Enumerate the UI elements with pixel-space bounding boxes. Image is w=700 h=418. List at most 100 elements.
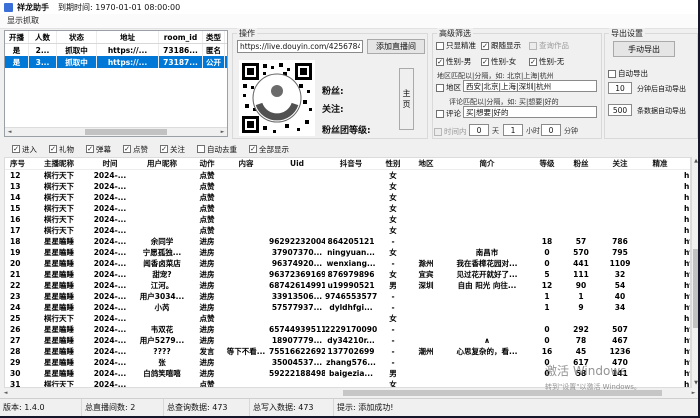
checkbox-danmaku[interactable]: ✓弹幕	[86, 144, 111, 155]
capture-table-row[interactable]: 19星星瞌睡2024-...宁愿孤独...进房37907370...ningyu…	[5, 247, 690, 258]
checkbox-only-precise[interactable]: 只显精准	[436, 40, 476, 51]
capture-table-row[interactable]: 28星星瞌睡2024-...????发言等下不看...7551662269213…	[5, 346, 690, 357]
checkbox-comment[interactable]: 评论	[436, 108, 461, 119]
capture-table-row[interactable]: 30星星瞌睡2024-...白鸽笑嘻嘻进房59222188498baigezia…	[5, 368, 690, 379]
rooms-table-header: 开播人数状态地址room_id类型	[5, 31, 227, 44]
capture-table-cell: 进房	[191, 335, 223, 346]
capture-table-cell: 进房	[191, 258, 223, 269]
comment-filter-input[interactable]	[463, 106, 597, 118]
checkbox-label: 自动去重	[207, 144, 237, 155]
checkbox-within-time[interactable]: 时间内	[434, 126, 467, 137]
capture-table-cell: 女	[377, 181, 409, 192]
capture-table-row[interactable]: 29星星瞌睡2024-...张进房35004537...zhang576...-…	[5, 357, 690, 368]
checkbox-region[interactable]: 地区	[436, 82, 461, 93]
capture-table-cell: 2229170090	[325, 325, 377, 334]
checkbox-show-all[interactable]: ✓全部显示	[249, 144, 289, 155]
checkbox-enter[interactable]: ✓进入	[12, 144, 37, 155]
capture-table-cell: 白鸽笑嘻嘻	[133, 368, 191, 379]
checkbox-follow[interactable]: ✓关注	[160, 144, 185, 155]
tab-display-capture[interactable]: 显示抓取	[5, 13, 45, 28]
time-hours-input[interactable]	[503, 124, 523, 136]
auto-export-count-input[interactable]	[608, 104, 632, 116]
region-filter-input[interactable]	[463, 80, 597, 92]
capture-column-header: Uid	[269, 159, 325, 168]
capture-table-cell: 137702699	[325, 347, 377, 356]
capture-table-cell: 星星瞌睡	[31, 357, 87, 368]
main-hscrollbar[interactable]: ◄ ►	[1, 389, 698, 397]
capture-table-row[interactable]: 12棋行天下2024-...点赞女h	[5, 170, 690, 181]
checkbox-gift[interactable]: ✓礼物	[49, 144, 74, 155]
advanced-filter-group: 高级筛选 只显精准✓跟随显示查询作品 ✓性别-男✓性别-女✓性别-无 地区匹配以…	[432, 33, 602, 139]
capture-table-cell: wenxiang...	[325, 259, 377, 268]
capture-table-row[interactable]: 16棋行天下2024-...点赞女h	[5, 214, 690, 225]
capture-table-row[interactable]: 17棋行天下2024-...点赞女h	[5, 225, 690, 236]
checkbox-dedupe[interactable]: 自动去重	[197, 144, 237, 155]
title-bar[interactable]: 祥龙助手 到期时间: 1970-01-01 08:00:00	[0, 0, 700, 14]
capture-table-cell: 2024-...	[87, 281, 133, 290]
capture-table-cell: ∧	[443, 336, 531, 345]
capture-table-row[interactable]: 31棋行天下2024-...点赞女h	[5, 379, 690, 388]
capture-table-cell: 心思复杂的，看...	[443, 346, 531, 357]
capture-table-cell: 2024-...	[87, 347, 133, 356]
capture-table-row[interactable]: 24星星瞌睡2024-...小芮进房57577937...dyldhfgi...…	[5, 302, 690, 313]
capture-table-cell: dy34210r...	[325, 336, 377, 345]
capture-table-row[interactable]: 13棋行天下2024-...点赞女h	[5, 181, 690, 192]
capture-table-row[interactable]: 15棋行天下2024-...点赞女h	[5, 203, 690, 214]
checkbox-label: 评论	[446, 108, 461, 119]
scroll-left-icon[interactable]: ◄	[1, 389, 10, 397]
scroll-right-icon[interactable]: ►	[689, 389, 698, 397]
capture-table-row[interactable]: 21星星瞌睡2024-...甜宠?进房96372369169876979896女…	[5, 269, 690, 280]
rooms-table-row[interactable]: 是2...抓取中https://...73186...匿名	[5, 44, 227, 56]
checkbox-auto-export[interactable]: 自动导出	[608, 68, 648, 79]
capture-table-cell: 2024-...	[87, 193, 133, 202]
capture-table-cell: 进房	[191, 269, 223, 280]
capture-table-row[interactable]: 25棋行天下2024-...点赞女h	[5, 313, 690, 324]
capture-table-row[interactable]: 27星星瞌睡2024-...用户5279...进房18907779...dy34…	[5, 335, 690, 346]
scroll-left-icon[interactable]: ◄	[5, 128, 14, 136]
auto-export-minutes-label: 分钟后自动导出	[637, 84, 686, 94]
time-minutes-input[interactable]	[541, 124, 561, 136]
capture-table-cell: 女	[377, 269, 409, 280]
capture-table-row[interactable]: 22星星瞌睡2024-...江河。进房68742614991u19990521男…	[5, 280, 690, 291]
add-room-button[interactable]: 添加直播间	[367, 39, 425, 54]
capture-table-cell: 女	[377, 192, 409, 203]
capture-table-cell: 进房	[191, 357, 223, 368]
capture-table-cell: ht	[679, 270, 690, 279]
capture-table-row[interactable]: 18星星瞌睡2024-...余同学进房96292232004864205121-…	[5, 236, 690, 247]
rooms-table: 开播人数状态地址room_id类型 是2...抓取中https://...731…	[4, 30, 228, 137]
checkbox-follow-display[interactable]: ✓跟随显示	[481, 40, 521, 51]
capture-table-cell: 2024-...	[87, 237, 133, 246]
scroll-right-icon[interactable]: ►	[218, 128, 227, 136]
room-url-input[interactable]	[237, 40, 363, 53]
scrollbar-thumb[interactable]	[85, 129, 167, 135]
rooms-table-row[interactable]: 是3...抓取中https://...73187...公开	[5, 56, 227, 68]
rooms-hscrollbar[interactable]: ◄ ►	[5, 127, 227, 136]
auto-export-minutes-input[interactable]	[608, 82, 632, 94]
checkbox-like[interactable]: ✓点赞	[123, 144, 148, 155]
checkbox-box	[436, 110, 444, 118]
capture-table-cell: 0	[531, 248, 563, 257]
capture-table-cell: 0	[531, 336, 563, 345]
capture-table-row[interactable]: 14棋行天下2024-...点赞女h	[5, 192, 690, 203]
checkbox-gender-none[interactable]: ✓性别-无	[529, 56, 564, 67]
rooms-column-header: room_id	[159, 31, 203, 43]
capture-table-row[interactable]: 20星星瞌睡2024-...闻香卤菜店进房96374920...wenxiang…	[5, 258, 690, 269]
homepage-button[interactable]: 主页	[399, 68, 414, 130]
capture-table-row[interactable]: 26星星瞌睡2024-...韦双花进房657449395112229170090…	[5, 324, 690, 335]
manual-export-button[interactable]: 手动导出	[613, 41, 675, 57]
checkbox-label: 性别-女	[491, 56, 516, 67]
capture-table-cell: 2024-...	[87, 358, 133, 367]
scrollbar-track[interactable]	[14, 128, 218, 136]
capture-table-cell: 棋行天下	[31, 214, 87, 225]
checkbox-label: 跟随显示	[491, 40, 521, 51]
checkbox-gender-female[interactable]: ✓性别-女	[481, 56, 516, 67]
scrollbar-track[interactable]	[10, 389, 689, 397]
checkbox-query-works[interactable]: 查询作品	[529, 40, 569, 51]
capture-table-cell: 棋行天下	[31, 181, 87, 192]
checkbox-gender-male[interactable]: ✓性别-男	[436, 56, 471, 67]
capture-table-cell: 小芮	[133, 302, 191, 313]
scrollbar-thumb[interactable]	[343, 390, 662, 396]
advanced-filter-group-label: 高级筛选	[437, 28, 473, 39]
capture-table-row[interactable]: 23星星瞌睡2024-...用户3034...进房33913506...9746…	[5, 291, 690, 302]
time-days-input[interactable]	[469, 124, 489, 136]
